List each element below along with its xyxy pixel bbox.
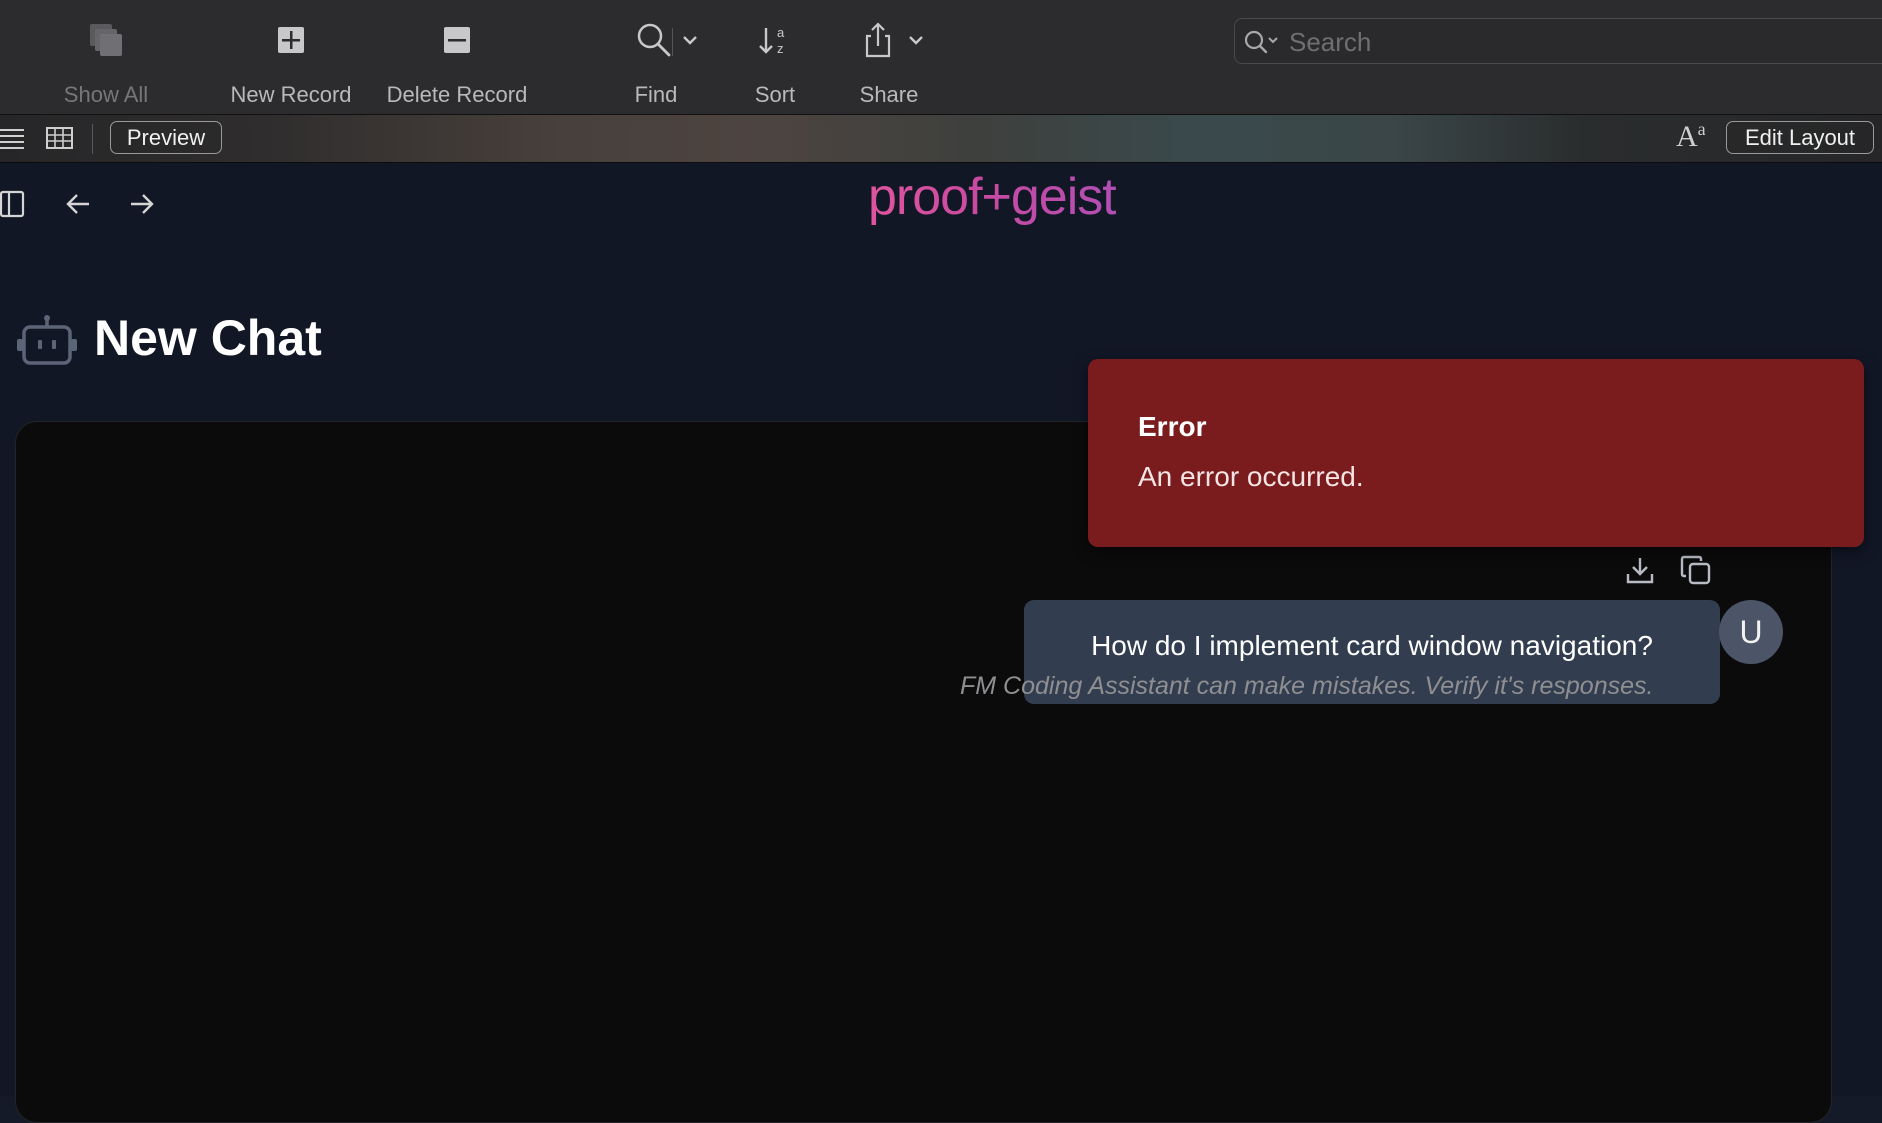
list-view-icon[interactable] — [0, 126, 28, 150]
forward-arrow-icon[interactable] — [128, 189, 156, 219]
error-title: Error — [1138, 411, 1207, 442]
find-label: Find — [634, 82, 678, 107]
web-content: proof+geist New Chat How do I implement … — [0, 163, 1882, 1123]
show-all-label: Show All — [63, 82, 149, 107]
new-record-icon — [278, 27, 304, 53]
bot-icon — [17, 315, 77, 365]
share-menu-chevron-icon[interactable] — [906, 28, 926, 52]
search-icon — [1244, 30, 1278, 54]
sort-button[interactable]: a z Sort — [734, 0, 816, 114]
svg-text:a: a — [777, 25, 785, 40]
delete-record-icon — [444, 27, 470, 53]
sort-icon: a z — [759, 25, 785, 56]
brand-logo: proof+geist — [868, 168, 1117, 226]
find-icon — [637, 23, 671, 57]
user-avatar: U — [1719, 600, 1783, 664]
layout-bar: Preview Aa Edit Layout — [0, 115, 1882, 163]
copy-icon[interactable] — [1680, 554, 1712, 586]
search-input[interactable] — [1287, 23, 1851, 61]
toolbar: Show All New Record Delete Record Find a — [0, 0, 1882, 115]
user-message-text: How do I implement card window navigatio… — [1091, 630, 1653, 661]
disclaimer-text: FM Coding Assistant can make mistakes. V… — [960, 672, 1654, 700]
sidebar-toggle-icon[interactable] — [0, 189, 26, 219]
download-icon[interactable] — [1624, 554, 1656, 586]
back-arrow-icon[interactable] — [64, 189, 92, 219]
show-all-button[interactable]: Show All — [46, 0, 166, 114]
error-message: An error occurred. — [1138, 461, 1364, 492]
find-divider — [672, 28, 673, 56]
share-button[interactable]: Share — [846, 0, 932, 114]
delete-record-label: Delete Record — [386, 82, 528, 107]
error-toast[interactable]: Error An error occurred. — [1088, 359, 1864, 547]
show-all-icon — [90, 24, 122, 56]
sort-label: Sort — [754, 82, 796, 107]
new-record-label: New Record — [230, 82, 352, 107]
new-record-button[interactable]: New Record — [222, 0, 360, 114]
svg-text:z: z — [777, 41, 784, 56]
share-label: Share — [859, 82, 919, 107]
preview-button[interactable]: Preview — [110, 121, 222, 154]
edit-layout-button[interactable]: Edit Layout — [1726, 121, 1874, 154]
page-title: New Chat — [94, 310, 322, 366]
table-view-icon[interactable] — [46, 126, 74, 150]
delete-record-button[interactable]: Delete Record — [378, 0, 536, 114]
font-size-sup: a — [1697, 119, 1706, 139]
find-menu-chevron-icon[interactable] — [680, 28, 700, 52]
find-button[interactable]: Find — [610, 0, 702, 114]
font-size-glyph: A — [1676, 120, 1698, 153]
share-icon — [865, 22, 891, 58]
font-size-icon[interactable]: Aa — [1676, 119, 1706, 154]
search-box[interactable] — [1234, 18, 1882, 64]
layout-bar-divider — [92, 124, 93, 154]
